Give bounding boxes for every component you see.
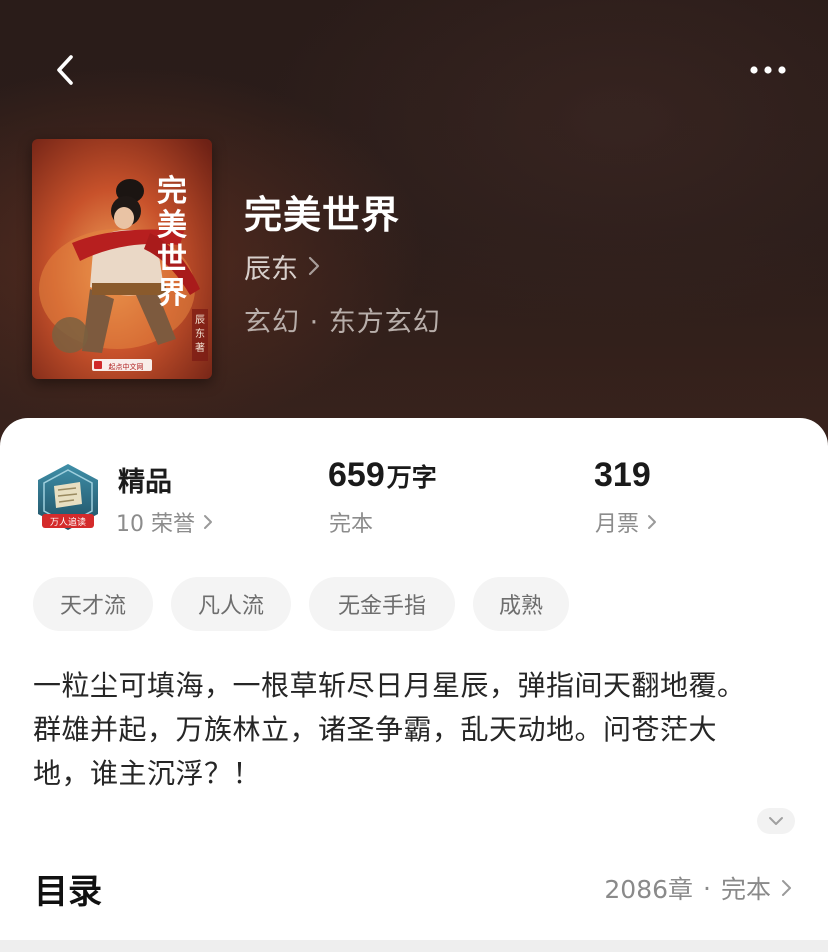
toc-link[interactable]: 2086章 · 完本 [604, 870, 792, 906]
cover-publisher-text: 起点中文网 [109, 362, 144, 371]
separator-dot: · [703, 873, 711, 903]
section-divider [0, 940, 828, 952]
monthly-tickets-number: 319 [594, 456, 651, 494]
cover-artwork: 完 美 世 界 辰 东 著 起点中文网 [32, 139, 212, 379]
cover-author-char-1: 辰 [195, 314, 205, 326]
synopsis-paragraph: 一粒尘可填海，一根草斩尽日月星辰，弹指间天翻地覆。 [33, 669, 746, 702]
tag-chip[interactable]: 天才流 [33, 577, 153, 631]
cover-title-char-1: 完 [157, 174, 187, 209]
cover-title-char-3: 世 [157, 242, 187, 277]
more-options-button[interactable] [742, 52, 794, 88]
quality-badge-icon: 万人追读 [34, 462, 102, 532]
author-name: 辰东 [244, 253, 298, 285]
toc-status: 完本 [720, 875, 771, 904]
chevron-down-icon [769, 817, 783, 825]
completion-status: 完本 [329, 512, 374, 537]
book-cover[interactable]: 完 美 世 界 辰 东 著 起点中文网 [32, 139, 212, 379]
honors-link[interactable]: 10 荣誉 [116, 506, 213, 538]
cover-author-char-3: 著 [195, 341, 205, 354]
chevron-right-icon [308, 256, 320, 276]
word-count-unit: 万字 [386, 463, 437, 492]
monthly-tickets-link[interactable]: 月票 [595, 506, 657, 538]
monthly-tickets-label: 月票 [595, 512, 640, 537]
word-count-number: 659 [328, 456, 385, 494]
quality-label: 精品 [118, 467, 172, 498]
synopsis-paragraph: 群雄并起，万族林立，诸圣争霸，乱天动地。问苍茫大地，谁主沉浮？！ [33, 713, 718, 790]
word-count: 659 万字 [328, 456, 437, 495]
tag-chip[interactable]: 凡人流 [171, 577, 291, 631]
chevron-right-icon [648, 515, 657, 529]
more-dots-icon [750, 66, 786, 74]
cover-author-char-2: 东 [195, 327, 205, 340]
honors-count: 10 荣誉 [116, 512, 195, 537]
book-title: 完美世界 [244, 193, 401, 237]
expand-synopsis-button[interactable] [757, 808, 795, 834]
synopsis: 一粒尘可填海，一根草斩尽日月星辰，弹指间天翻地覆。 群雄并起，万族林立，诸圣争霸… [33, 664, 773, 796]
book-genre: 玄幻 · 东方玄幻 [244, 307, 441, 338]
author-link[interactable]: 辰东 [244, 248, 320, 285]
toc-title: 目录 [34, 872, 102, 912]
badge-text: 万人追读 [50, 516, 86, 528]
tag-chip[interactable]: 无金手指 [309, 577, 455, 631]
monthly-tickets: 319 [594, 456, 651, 495]
back-button[interactable] [44, 48, 88, 92]
tag-chip[interactable]: 成熟 [473, 577, 569, 631]
chevron-right-icon [204, 515, 212, 529]
cover-title-char-2: 美 [157, 208, 187, 243]
chevron-left-icon [57, 55, 73, 85]
chevron-right-icon [782, 880, 791, 896]
cover-title-char-4: 界 [157, 276, 187, 311]
chapter-count: 2086章 [604, 875, 694, 904]
